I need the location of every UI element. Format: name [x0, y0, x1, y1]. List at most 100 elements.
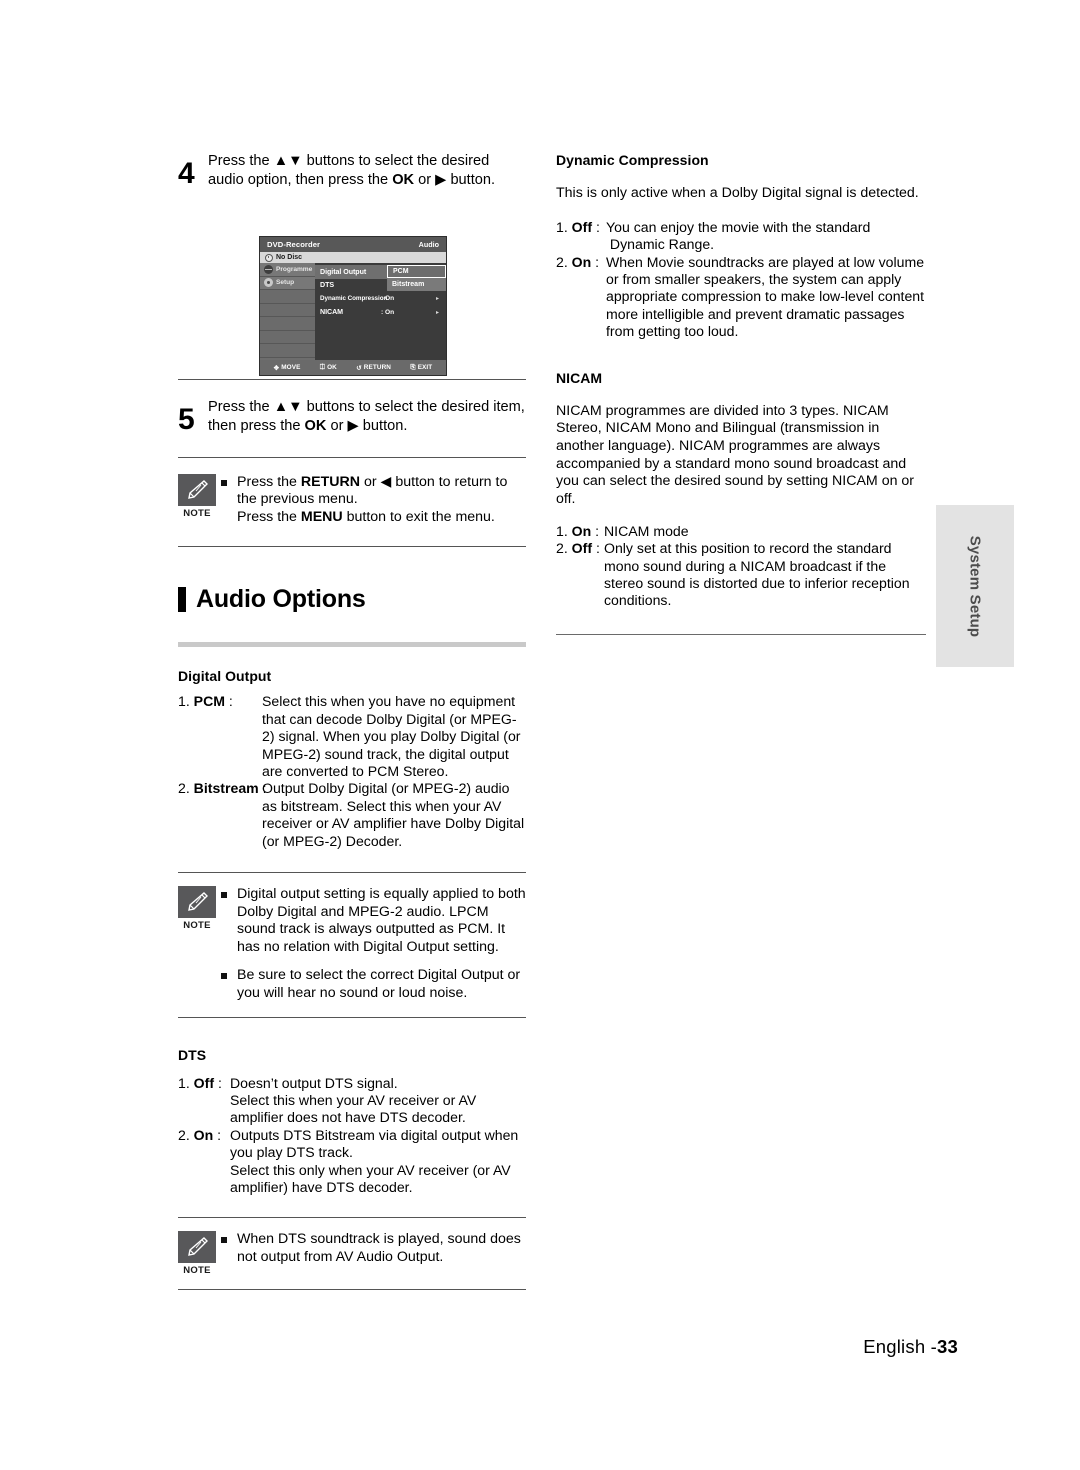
note-body-2: Digital output setting is equally applie…	[221, 886, 526, 1003]
list-dts: 1. Off : Doesn’t output DTS signal. Selec…	[178, 1075, 526, 1197]
divider-below-note3	[178, 1289, 526, 1291]
note-item: When DTS soundtrack is played, sound doe…	[221, 1231, 526, 1266]
osd-disc-status-bar: No Disc	[260, 252, 446, 263]
return-icon: ↺	[356, 364, 362, 372]
note-body-1: Press the RETURN or ◀ button to return t…	[221, 474, 526, 527]
step-5-text: Press the ▲▼ buttons to select the desir…	[208, 398, 525, 435]
osd-row-value: : On	[381, 295, 395, 303]
osd-menu-panel: Digital Output DTS Dynamic Compression :…	[315, 263, 446, 360]
note-text: When DTS soundtrack is played, sound doe…	[237, 1231, 521, 1266]
step-4-number: 4	[178, 157, 195, 190]
osd-submenu-item-bitstream[interactable]: Bitstream	[387, 278, 446, 291]
term-nicam-on: 1. On :	[556, 522, 600, 539]
osd-body: Programme Setup Digital Output DTS Dynam…	[260, 263, 446, 360]
heading-dts: DTS	[178, 1046, 207, 1063]
divider-above-note1	[178, 456, 526, 458]
title-bar-marker	[178, 587, 186, 613]
osd-titlebar: DVD-Recorder Audio	[260, 237, 446, 252]
list-item: 1. Off : Doesn’t output DTS signal. Selec…	[178, 1075, 526, 1127]
list-item: 1. Off : You can enjoy the movie with th…	[556, 219, 926, 254]
desc-dts-on: Outputs DTS Bitstream via digital output…	[230, 1126, 519, 1196]
list-item: 2. Bitstream : Output Dolby Digital (or …	[178, 780, 526, 850]
osd-device-name: DVD-Recorder	[267, 240, 321, 249]
osd-footer-label: MOVE	[281, 364, 301, 371]
page-footer: English -33	[863, 1336, 958, 1358]
desc-dts-off: Doesn’t output DTS signal. Select this wh…	[230, 1074, 477, 1126]
desc-nicam-off: Only set at this position to record the …	[604, 540, 910, 609]
note-item: Press the RETURN or ◀ button to return t…	[221, 474, 526, 527]
term-nicam-off: 2. Off :	[556, 540, 600, 557]
ok-button-icon: ⎅	[319, 363, 326, 371]
osd-footer-ok: ⎅ OK	[320, 364, 337, 372]
osd-row-dynamic-compression[interactable]: Dynamic Compression : On ▸	[315, 292, 446, 306]
osd-menu-name: Audio	[418, 240, 439, 249]
note-item: Digital output setting is equally applie…	[221, 886, 526, 956]
osd-submenu-item-pcm[interactable]: PCM	[387, 265, 446, 278]
pencil-icon	[178, 1231, 216, 1264]
page-canvas: 4 Press the ▲▼ buttons to select the des…	[0, 0, 1080, 1470]
osd-footer-move: ✥ MOVE	[274, 364, 301, 372]
desc-nicam-on: NICAM mode	[604, 522, 689, 539]
bullet-icon	[221, 479, 227, 486]
step-5: 5 Press the ▲▼ buttons to select the des…	[178, 398, 526, 437]
page-title-text: Audio Options	[196, 585, 366, 614]
note-icon-wrap-3: NOTE	[178, 1231, 219, 1276]
osd-screenshot: DVD-Recorder Audio No Disc Programme Set…	[259, 236, 447, 376]
osd-sidebar-item-setup[interactable]: Setup	[260, 276, 315, 290]
divider-right-column-bottom	[556, 633, 926, 635]
list-digital-output: 1. PCM : Select this when you have no eq…	[178, 693, 526, 850]
desc-bitstream: Output Dolby Digital (or MPEG-2) audio a…	[262, 780, 525, 849]
osd-submenu-digital-output: PCM Bitstream	[387, 265, 446, 291]
list-item: 2. On : Outputs DTS Bitstream via digita…	[178, 1127, 526, 1197]
osd-footer-exit: ⎘ EXIT	[410, 364, 432, 372]
dpad-icon: ✥	[273, 364, 280, 372]
right-column: Dynamic Compression This is only active …	[556, 152, 926, 635]
osd-sidebar-blank	[260, 330, 315, 344]
term-pcm: 1. PCM :	[178, 693, 233, 710]
osd-footer-label: EXIT	[417, 364, 433, 371]
chevron-right-icon: ▸	[435, 309, 439, 316]
osd-footer-label: OK	[327, 364, 337, 371]
divider-below-note1	[178, 546, 526, 548]
osd-sidebar: Programme Setup	[260, 263, 315, 360]
osd-footer-bar: ✥ MOVE ⎅ OK ↺ RETURN ⎘ EXIT	[260, 360, 446, 375]
desc-pcm: Select this when you have no equipment t…	[262, 693, 521, 780]
osd-row-label: Dynamic Compression	[320, 295, 388, 303]
bullet-icon	[221, 892, 227, 899]
chevron-right-icon: ▸	[435, 296, 439, 303]
list-dynamic-compression: 1. Off : You can enjoy the movie with th…	[556, 219, 926, 341]
heading-digital-output: Digital Output	[178, 668, 272, 685]
note-block-2: NOTE Digital output setting is equally a…	[178, 886, 526, 1003]
divider-above-note3	[178, 1217, 526, 1219]
note-label-2: NOTE	[183, 920, 211, 932]
osd-row-nicam[interactable]: NICAM : On ▸	[315, 306, 446, 320]
osd-sidebar-label: Setup	[276, 279, 295, 287]
bullet-icon	[221, 1237, 227, 1244]
note-item: Be sure to select the correct Digital Ou…	[221, 967, 526, 1002]
note-text: Press the RETURN or ◀ button to return t…	[237, 473, 508, 525]
osd-sidebar-blank	[260, 344, 315, 358]
osd-footer-return: ↺ RETURN	[356, 364, 391, 372]
osd-sidebar-item-programme[interactable]: Programme	[260, 263, 315, 277]
osd-footer-label: RETURN	[363, 364, 392, 371]
desc-dyn-on: When Movie soundtracks are played at low…	[606, 253, 925, 340]
step-4-text: Press the ▲▼ buttons to select the desir…	[208, 153, 496, 189]
note-text: Digital output setting is equally applie…	[237, 886, 526, 955]
osd-sidebar-blank	[260, 290, 315, 304]
list-nicam: 1. On : NICAM mode 2. Off : Only set at …	[556, 523, 926, 610]
heading-dynamic-compression: Dynamic Compression	[556, 152, 709, 168]
osd-row-digital-output[interactable]: Digital Output	[315, 265, 393, 279]
step-4: 4 Press the ▲▼ buttons to select the des…	[178, 152, 526, 191]
term-dyn-on: 2. On :	[556, 253, 600, 270]
gear-icon	[264, 278, 273, 288]
exit-icon: ⎘	[410, 363, 416, 371]
term-bitstream: 2. Bitstream :	[178, 780, 267, 797]
side-tab-system-setup: System Setup	[936, 505, 1014, 667]
divider-below-note2	[178, 1016, 526, 1018]
list-item: 2. On : When Movie soundtracks are playe…	[556, 254, 926, 341]
intro-dynamic-compression: This is only active when a Dolby Digital…	[556, 185, 919, 201]
osd-row-label: NICAM	[320, 308, 343, 317]
osd-row-value: : On	[381, 308, 395, 316]
note-block-1: NOTE Press the RETURN or ◀ button to ret…	[178, 473, 526, 527]
osd-disc-status: No Disc	[276, 254, 303, 261]
